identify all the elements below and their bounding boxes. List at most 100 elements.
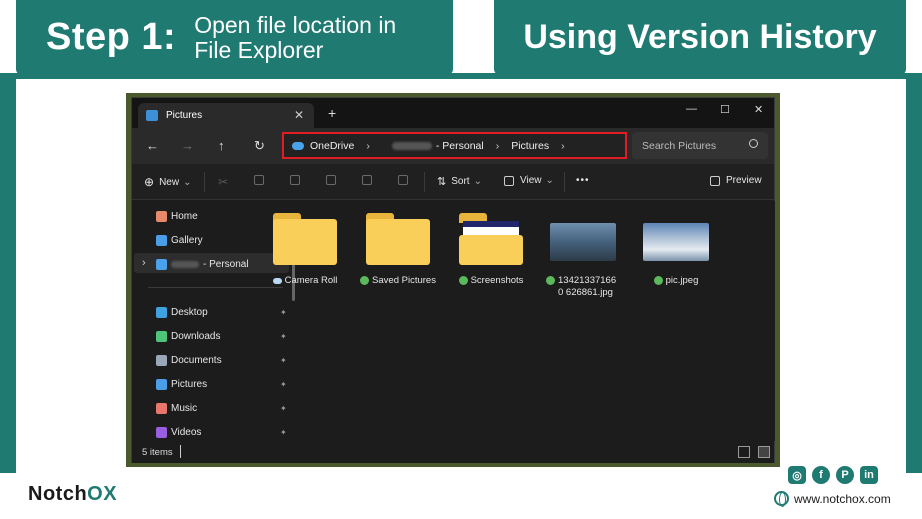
sidebar-item-label: Desktop [171,307,208,318]
divider [564,172,565,192]
tab-label: Pictures [166,110,203,121]
view-button[interactable]: View ⌄ [504,175,554,186]
tiles-view-icon[interactable] [758,446,770,458]
search-box[interactable]: Search Pictures [632,132,768,159]
social-links: ◎ f Pin [788,466,878,484]
slide-title: Using Version History [494,0,906,75]
sidebar-item-downloads[interactable]: Downloads ✦ [156,331,287,342]
desktop-icon [156,307,167,318]
sidebar-item-documents[interactable]: Documents ✦ [156,355,287,366]
sidebar-item-pictures[interactable]: Pictures ✦ [156,379,287,390]
redacted-name [171,261,199,268]
gallery-icon [156,235,167,246]
pictures-icon [156,379,167,390]
address-bar[interactable]: OneDrive › - Personal › Pictures › [282,132,627,159]
command-bar: ⊕ New ⌄ ✂ ⇅ Sort ⌄ View ⌄ ••• Preview [132,164,774,200]
rename-button[interactable] [326,175,336,185]
share-button[interactable] [362,175,372,185]
breadcrumb-onedrive[interactable]: OneDrive [310,140,354,152]
close-window-button[interactable]: ✕ [754,103,763,116]
plus-circle-icon: ⊕ [144,175,155,189]
preview-pane-icon [710,175,720,186]
globe-icon [774,491,789,507]
divider [204,172,205,192]
search-input[interactable]: Search Pictures [642,140,716,152]
sidebar-item-label: Videos [171,427,202,438]
breadcrumb-separator[interactable]: › [496,140,500,152]
sidebar-item-gallery[interactable]: Gallery [156,235,203,246]
sidebar-item-music[interactable]: Music ✦ [156,403,287,414]
folder-icon [459,213,523,265]
file-explorer-window: Pictures ✕ + — ☐ ✕ ← → ↑ ↻ OneDrive › - … [131,97,775,463]
synced-check-icon [360,276,370,285]
tab-pictures[interactable]: Pictures ✕ [138,103,314,128]
paste-button[interactable] [290,175,300,185]
pin-icon: ✦ [280,404,287,413]
share-icon [362,175,372,185]
instagram-icon[interactable]: ◎ [788,466,806,484]
sidebar-item-onedrive[interactable]: - Personal [156,259,249,270]
more-options-button[interactable]: ••• [576,175,590,186]
delete-button[interactable] [398,175,408,185]
pin-icon: ✦ [280,332,287,341]
preview-button[interactable]: Preview [710,175,762,186]
chevron-down-icon: ⌄ [473,176,482,187]
item-name: Screenshots [470,275,524,286]
image-thumbnail [643,223,709,261]
divider [148,287,283,288]
sidebar-item-label: Music [171,403,198,414]
new-tab-button[interactable]: + [328,105,336,121]
folder-item[interactable]: Camera Roll [260,213,350,287]
pictures-icon [146,110,158,121]
folder-icon [273,213,337,265]
pin-icon: ✦ [280,308,287,317]
linkedin-icon[interactable]: in [860,466,878,484]
step-description: Open file location in File Explorer [194,11,397,63]
sidebar-item-home[interactable]: Home [156,211,198,222]
new-button[interactable]: ⊕ New ⌄ [144,175,191,189]
frame-left [0,73,16,473]
status-bar: 5 items [132,441,774,463]
notchox-logo: NotchOX [28,483,118,505]
facebook-icon[interactable]: f [812,466,830,484]
expand-chevron-icon[interactable]: › [142,257,146,269]
sidebar-item-label: Gallery [171,235,203,246]
minimize-button[interactable]: — [686,103,697,115]
maximize-button[interactable]: ☐ [720,103,730,116]
scissors-icon: ✂ [218,175,229,189]
breadcrumb-separator[interactable]: › [366,140,370,152]
website-link[interactable]: www.notchox.com [774,491,891,507]
breadcrumb-separator[interactable]: › [561,140,565,152]
copy-button[interactable] [254,175,264,185]
up-button[interactable]: ↑ [218,138,225,153]
sidebar-item-videos[interactable]: Videos ✦ [156,427,287,438]
trash-icon [398,175,408,185]
sidebar-item-desktop[interactable]: Desktop ✦ [156,307,287,318]
copy-icon [254,175,264,185]
breadcrumb-personal[interactable]: - Personal [436,140,484,152]
breadcrumb-pictures[interactable]: Pictures [511,140,549,152]
frame-right [906,73,922,473]
cut-button[interactable]: ✂ [218,175,228,189]
synced-check-icon [653,276,663,285]
step-number: Step 1: [46,16,177,58]
synced-check-icon [546,276,555,285]
folder-item[interactable]: Saved Pictures [353,213,443,287]
home-icon [156,211,167,222]
file-item[interactable]: pic.jpeg [631,213,721,287]
file-item[interactable]: 134213371660 626861.jpg [538,213,628,299]
folder-item[interactable]: Screenshots [446,213,536,287]
sort-button[interactable]: ⇅ Sort ⌄ [437,175,482,188]
back-button[interactable]: ← [146,138,159,153]
file-view: Camera Roll Saved Pictures Screenshots 1342… [272,201,775,441]
close-tab-icon[interactable]: ✕ [294,108,304,122]
details-view-icon[interactable] [738,446,750,458]
pinterest-icon[interactable]: P [836,466,854,484]
forward-button[interactable]: → [181,138,194,153]
sort-icon: ⇅ [437,176,447,188]
sidebar-item-label: Downloads [171,331,221,342]
refresh-button[interactable]: ↻ [254,138,265,154]
step-badge: Step 1: Open file location in File Explo… [16,0,453,75]
item-name: 134213371660 626861.jpg [558,275,617,298]
website-url: www.notchox.com [794,491,891,506]
